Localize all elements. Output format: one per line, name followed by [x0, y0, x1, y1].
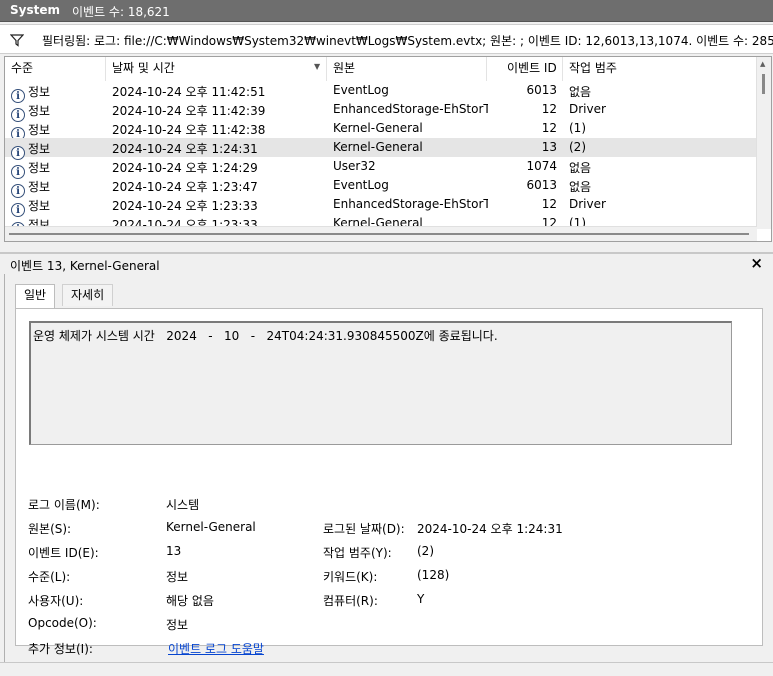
- event-rows: i 정보 2024-10-24 오후 11:42:51 EventLog 6013 없음 i…: [5, 81, 757, 229]
- cell-source: EnhancedStorage-EhStorT...: [333, 102, 488, 116]
- cell-level-text: 정보: [28, 161, 51, 175]
- label-source: 원본(S):: [28, 522, 72, 536]
- cell-category: 없음: [569, 161, 592, 175]
- column-header-level[interactable]: 수준: [5, 57, 106, 81]
- label-more-info: 추가 정보(I):: [28, 642, 93, 656]
- event-list-header: 수준 날짜 및 시간 ▼ 원본 이벤트 ID 작업 범주: [5, 57, 757, 81]
- cell-event-id: 12: [541, 102, 557, 116]
- event-count: 이벤트 수: 18,621: [72, 5, 170, 19]
- value-log-name: 시스템: [166, 498, 200, 512]
- label-opcode: Opcode(O):: [28, 616, 97, 630]
- log-name: System: [10, 3, 60, 17]
- cell-level-text: 정보: [28, 104, 51, 118]
- label-event-id: 이벤트 ID(E):: [28, 546, 99, 560]
- filter-text: 필터링됨: 로그: file://C:₩Windows₩System32₩win…: [42, 34, 773, 48]
- cell-date: 2024-10-24 오후 1:24:29: [112, 161, 258, 175]
- cell-level-text: 정보: [28, 142, 51, 156]
- table-row[interactable]: i 정보 2024-10-24 오후 1:24:29 User32 1074 없음: [5, 157, 757, 179]
- cell-category: 없음: [569, 85, 592, 99]
- cell-level-text: 정보: [28, 123, 51, 137]
- table-row[interactable]: i 정보 2024-10-24 오후 11:42:38 Kernel-General 1…: [5, 119, 757, 141]
- column-header-source[interactable]: 원본: [327, 57, 487, 81]
- cell-event-id: 6013: [526, 83, 557, 97]
- cell-category: Driver: [569, 102, 606, 116]
- cell-level-text: 정보: [28, 85, 51, 99]
- close-icon[interactable]: ×: [750, 254, 763, 272]
- value-task-category: (2): [417, 544, 434, 558]
- vertical-scroll-thumb[interactable]: [762, 74, 765, 94]
- horizontal-scroll-thumb[interactable]: [9, 233, 749, 235]
- table-row[interactable]: i 정보 2024-10-24 오후 1:24:31 Kernel-General 13…: [5, 138, 757, 160]
- cell-date: 2024-10-24 오후 1:23:47: [112, 180, 258, 194]
- cell-source: EventLog: [333, 178, 389, 192]
- sort-down-icon: ▼: [314, 62, 321, 71]
- general-tab-page: 운영 체제가 시스템 시간 2024 - 10 - 24T04:24:31.93…: [15, 308, 763, 656]
- column-header-date[interactable]: 날짜 및 시간 ▼: [106, 57, 327, 81]
- table-row[interactable]: i 정보 2024-10-24 오후 11:42:39 EnhancedStorage…: [5, 100, 757, 122]
- column-header-date-label: 날짜 및 시간: [112, 61, 175, 75]
- cell-source: EnhancedStorage-EhStorT...: [333, 197, 488, 211]
- status-strip: [0, 662, 773, 676]
- label-user: 사용자(U):: [28, 594, 84, 608]
- table-row[interactable]: i 정보 2024-10-24 오후 1:23:47 EventLog 6013 없음: [5, 176, 757, 198]
- cell-source: Kernel-General: [333, 121, 423, 135]
- cell-date: 2024-10-24 오후 1:23:33: [112, 199, 258, 213]
- value-computer: Y: [417, 592, 425, 606]
- value-level: 정보: [166, 570, 189, 584]
- cell-source: Kernel-General: [333, 140, 423, 154]
- cell-date: 2024-10-24 오후 11:42:51: [112, 85, 266, 99]
- cell-event-id: 1074: [526, 159, 557, 173]
- label-log-name: 로그 이름(M):: [28, 498, 100, 512]
- cell-category: (1): [569, 121, 586, 135]
- cell-source: EventLog: [333, 83, 389, 97]
- filter-bar: 필터링됨: 로그: file://C:₩Windows₩System32₩win…: [0, 24, 773, 54]
- value-event-id: 13: [166, 544, 182, 558]
- cell-event-id: 12: [541, 121, 557, 135]
- label-computer: 컴퓨터(R):: [323, 594, 378, 608]
- value-logged: 2024-10-24 오후 1:24:31: [417, 522, 563, 536]
- label-logged: 로그된 날짜(D):: [323, 522, 405, 536]
- event-message[interactable]: 운영 체제가 시스템 시간 2024 - 10 - 24T04:24:31.93…: [29, 321, 732, 445]
- cell-date: 2024-10-24 오후 11:42:38: [112, 123, 266, 137]
- event-list: 수준 날짜 및 시간 ▼ 원본 이벤트 ID 작업 범주 i 정보 2024-10-…: [4, 56, 772, 242]
- column-header-event-id[interactable]: 이벤트 ID: [487, 57, 563, 81]
- filter-icon: [10, 34, 24, 47]
- value-user: 해당 없음: [166, 594, 214, 608]
- cell-event-id: 13: [541, 140, 557, 154]
- event-detail-title: 이벤트 13, Kernel-General: [10, 259, 160, 273]
- vertical-scrollbar[interactable]: ▲: [756, 57, 771, 229]
- label-keywords: 키워드(K):: [323, 570, 378, 584]
- cell-event-id: 6013: [526, 178, 557, 192]
- event-detail-header: 이벤트 13, Kernel-General ×: [0, 252, 773, 274]
- cell-category: (2): [569, 140, 586, 154]
- cell-event-id: 12: [541, 197, 557, 211]
- cell-source: User32: [333, 159, 376, 173]
- cell-level-text: 정보: [28, 199, 51, 213]
- cell-category: Driver: [569, 197, 606, 211]
- cell-date: 2024-10-24 오후 1:24:31: [112, 142, 258, 156]
- scroll-up-icon[interactable]: ▲: [760, 60, 765, 68]
- event-detail-pane: 일반 자세히 운영 체제가 시스템 시간 2024 - 10 - 24T04:2…: [4, 274, 772, 662]
- table-row[interactable]: i 정보 2024-10-24 오후 11:42:51 EventLog 6013 없음: [5, 81, 757, 103]
- value-source: Kernel-General: [166, 520, 256, 534]
- column-header-category[interactable]: 작업 범주: [563, 57, 757, 81]
- value-opcode: 정보: [166, 618, 189, 632]
- tab-details[interactable]: 자세히: [62, 284, 114, 306]
- cell-level-text: 정보: [28, 180, 51, 194]
- horizontal-scrollbar[interactable]: [5, 226, 757, 241]
- table-row[interactable]: i 정보 2024-10-24 오후 1:23:33 EnhancedStorage-…: [5, 195, 757, 217]
- log-title-bar: System 이벤트 수: 18,621: [0, 0, 773, 22]
- cell-date: 2024-10-24 오후 11:42:39: [112, 104, 266, 118]
- label-task-category: 작업 범주(Y):: [323, 546, 392, 560]
- event-log-help-link[interactable]: 이벤트 로그 도움말: [168, 640, 264, 657]
- value-keywords: (128): [417, 568, 450, 582]
- cell-category: 없음: [569, 180, 592, 194]
- tab-general[interactable]: 일반: [15, 284, 56, 309]
- label-level: 수준(L):: [28, 570, 71, 584]
